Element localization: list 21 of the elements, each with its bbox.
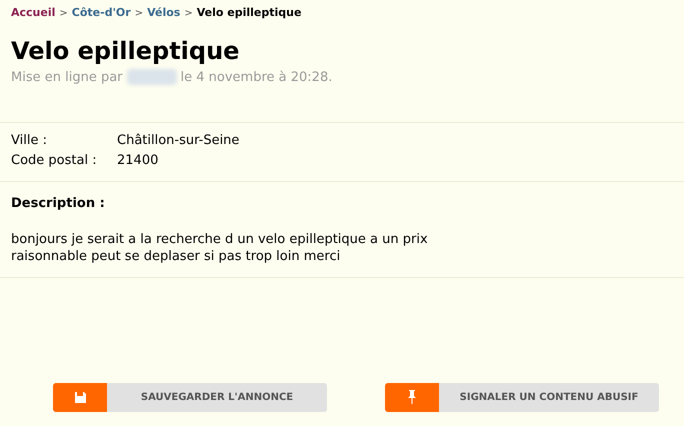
description-text: raisonnable peut se deplaser si pas trop loin merci [11,248,342,264]
posted-by-label: Mise en ligne par [11,68,123,86]
breadcrumb-link[interactable]: Côte-d'Or [72,5,131,22]
blurred-username [126,69,177,86]
description-heading: Description : [10,195,106,213]
breadcrumb-link[interactable]: Accueil [11,5,56,22]
detail-label: Code postal : [11,152,98,170]
save-ad-button[interactable]: SAUVEGARDER L'ANNONCE [53,382,327,412]
description-text: bonjours je serait a la recherche d un velo epilleptique a un prix [11,230,429,248]
breadcrumb-current: Velo epilleptique [196,5,302,21]
breadcrumb-separator: > [184,6,193,21]
detail-value: Châtillon-sur-Seine [117,132,240,150]
posted-date: le 4 novembre à 20:28. [180,68,332,86]
breadcrumb-link[interactable]: Vélos [147,5,180,22]
breadcrumb-separator: > [134,6,144,21]
detail-label: Ville : [11,132,48,150]
detail-value: 21400 [117,152,158,170]
report-abuse-button[interactable]: SIGNALER UN CONTENU ABUSIF [385,382,659,412]
breadcrumb-separator: > [59,6,68,21]
pushpin-icon [408,390,416,404]
ad-title: Velo epilleptique [10,36,240,66]
